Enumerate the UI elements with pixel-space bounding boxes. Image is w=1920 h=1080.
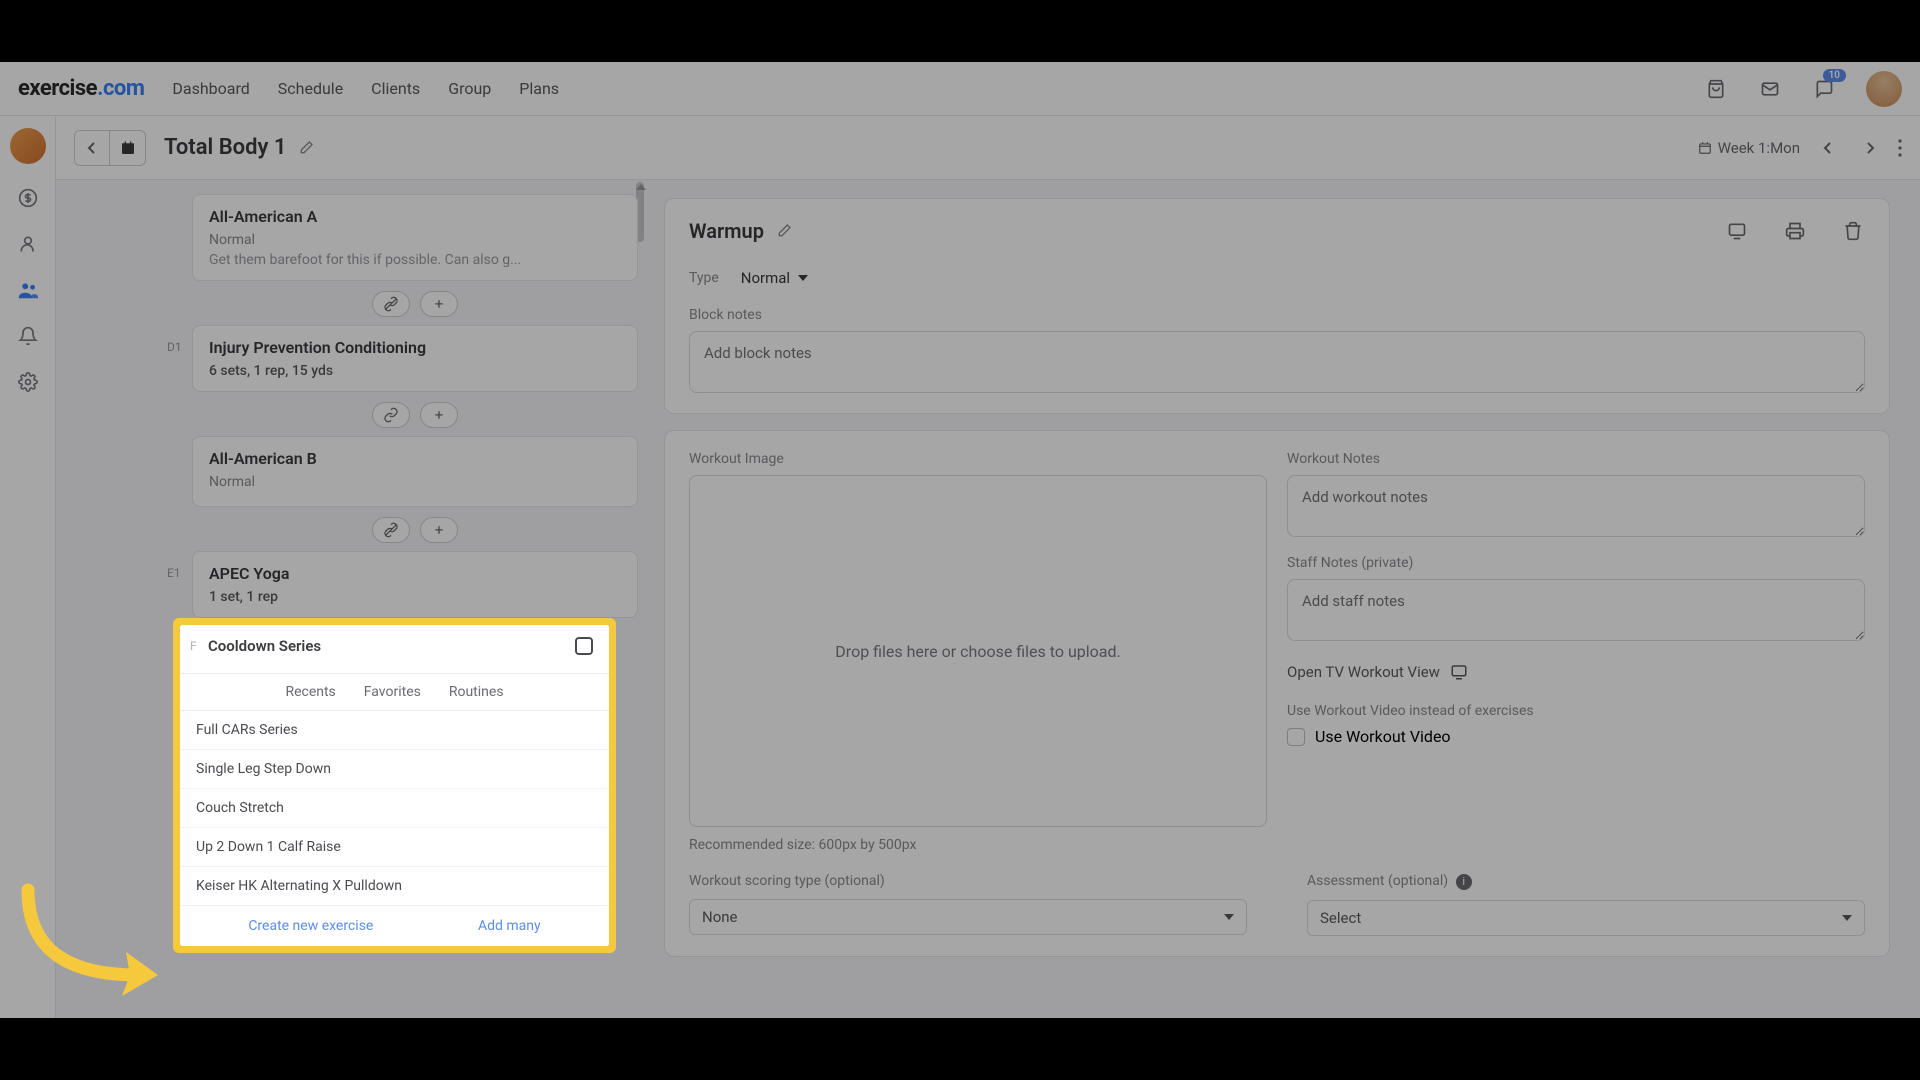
assessment-select[interactable]: Select [1307, 900, 1865, 936]
add-button[interactable]: + [420, 291, 458, 317]
stop-icon[interactable] [575, 637, 593, 655]
exercise-card[interactable]: E1 APEC Yoga 1 set, 1 rep [192, 551, 638, 618]
use-video-checkbox[interactable] [1287, 728, 1305, 746]
org-logo[interactable] [10, 128, 46, 164]
exercise-sub: Normal [209, 474, 621, 490]
use-video-text: Use Workout Video [1315, 727, 1451, 746]
workout-notes-label: Workout Notes [1287, 451, 1865, 467]
edit-block-icon[interactable] [776, 223, 792, 239]
rec-size-text: Recommended size: 600px by 500px [689, 837, 1267, 853]
exercise-card[interactable]: All-American B Normal [192, 436, 638, 507]
block-title: Warmup [689, 219, 764, 243]
tab-routines[interactable]: Routines [449, 684, 504, 700]
unlink-button[interactable] [372, 291, 410, 317]
workout-notes-input[interactable] [1287, 475, 1865, 537]
exercise-options: Full CARs Series Single Leg Step Down Co… [180, 711, 609, 906]
exercise-tag: D1 [167, 340, 182, 354]
top-nav: exercise.com Dashboard Schedule Clients … [0, 62, 1920, 116]
list-item[interactable]: Keiser HK Alternating X Pulldown [180, 867, 609, 906]
type-label: Type [689, 270, 719, 286]
list-item[interactable]: Up 2 Down 1 Calf Raise [180, 828, 609, 867]
exercise-meta: 1 set, 1 rep [209, 589, 621, 605]
exercise-title: All-American A [209, 207, 621, 226]
nav-schedule[interactable]: Schedule [278, 79, 343, 98]
tab-recents[interactable]: Recents [285, 684, 335, 700]
scoring-select[interactable]: None [689, 899, 1247, 935]
more-menu[interactable] [1898, 139, 1902, 157]
edit-plan-icon[interactable] [298, 140, 314, 156]
mail-icon[interactable] [1758, 77, 1782, 101]
avatar[interactable] [1866, 71, 1902, 107]
exercise-note: Get them barefoot for this if possible. … [209, 252, 621, 268]
back-button[interactable] [74, 130, 110, 166]
image-dropzone[interactable]: Drop files here or choose files to uploa… [689, 475, 1267, 827]
plan-header: Total Body 1 Week 1:Mon [56, 116, 1920, 180]
scoring-label: Workout scoring type (optional) [689, 873, 1247, 889]
list-item[interactable]: Couch Stretch [180, 789, 609, 828]
create-exercise-link[interactable]: Create new exercise [248, 918, 373, 934]
add-button[interactable]: + [420, 517, 458, 543]
exercise-title: All-American B [209, 449, 621, 468]
workout-image-label: Workout Image [689, 451, 1267, 467]
list-item[interactable]: Full CARs Series [180, 711, 609, 750]
bell-icon[interactable] [16, 324, 40, 348]
nav-links: Dashboard Schedule Clients Group Plans [172, 79, 559, 98]
user-icon[interactable] [16, 232, 40, 256]
logo: exercise.com [18, 76, 144, 101]
block-editor: Warmup Type Normal Block notes [646, 180, 1920, 1018]
week-prev[interactable] [1814, 134, 1842, 162]
week-selector[interactable]: Week 1:Mon [1698, 139, 1800, 157]
unlink-button[interactable] [372, 517, 410, 543]
block-letter: F [190, 639, 197, 653]
chat-icon[interactable]: 10 [1812, 77, 1836, 101]
block-notes-label: Block notes [689, 307, 1865, 323]
exercise-meta: 6 sets, 1 rep, 15 yds [209, 363, 621, 379]
exercise-title: Injury Prevention Conditioning [209, 338, 621, 357]
staff-notes-input[interactable] [1287, 579, 1865, 641]
users-icon[interactable] [16, 278, 40, 302]
exercise-tag: E1 [167, 566, 181, 580]
print-icon[interactable] [1783, 219, 1807, 243]
list-item[interactable]: Single Leg Step Down [180, 750, 609, 789]
trash-icon[interactable] [1841, 219, 1865, 243]
callout-arrow-icon [8, 880, 178, 1000]
search-input[interactable]: Cooldown Series [208, 637, 321, 655]
tab-favorites[interactable]: Favorites [364, 684, 421, 700]
nav-clients[interactable]: Clients [371, 79, 420, 98]
exercise-card[interactable]: All-American A Normal Get them barefoot … [192, 194, 638, 281]
info-icon[interactable]: i [1456, 874, 1472, 890]
plan-title: Total Body 1 [164, 135, 286, 160]
staff-notes-label: Staff Notes (private) [1287, 555, 1865, 571]
nav-group[interactable]: Group [448, 79, 491, 98]
exercise-search-popup: F Cooldown Series Recents Favorites Rout… [173, 618, 616, 953]
tv-view-label: Open TV Workout View [1287, 663, 1440, 681]
assessment-label: Assessment (optional) i [1307, 873, 1865, 890]
week-next[interactable] [1856, 134, 1884, 162]
nav-dashboard[interactable]: Dashboard [172, 79, 249, 98]
tv-icon[interactable] [1725, 219, 1749, 243]
exercise-title: APEC Yoga [209, 564, 621, 583]
dollar-icon[interactable] [16, 186, 40, 210]
nav-plans[interactable]: Plans [519, 79, 559, 98]
calendar-button[interactable] [110, 130, 146, 166]
shop-icon[interactable] [1704, 77, 1728, 101]
tv-view-icon[interactable] [1450, 663, 1468, 681]
exercise-card[interactable]: D1 Injury Prevention Conditioning 6 sets… [192, 325, 638, 392]
add-button[interactable]: + [420, 402, 458, 428]
use-video-label: Use Workout Video instead of exercises [1287, 703, 1865, 719]
exercise-sub: Normal [209, 232, 621, 248]
block-notes-input[interactable] [689, 331, 1865, 393]
gear-icon[interactable] [16, 370, 40, 394]
link-button[interactable] [372, 402, 410, 428]
notif-badge: 10 [1823, 69, 1846, 82]
type-select[interactable]: Normal [741, 269, 808, 287]
add-many-link[interactable]: Add many [478, 918, 541, 934]
